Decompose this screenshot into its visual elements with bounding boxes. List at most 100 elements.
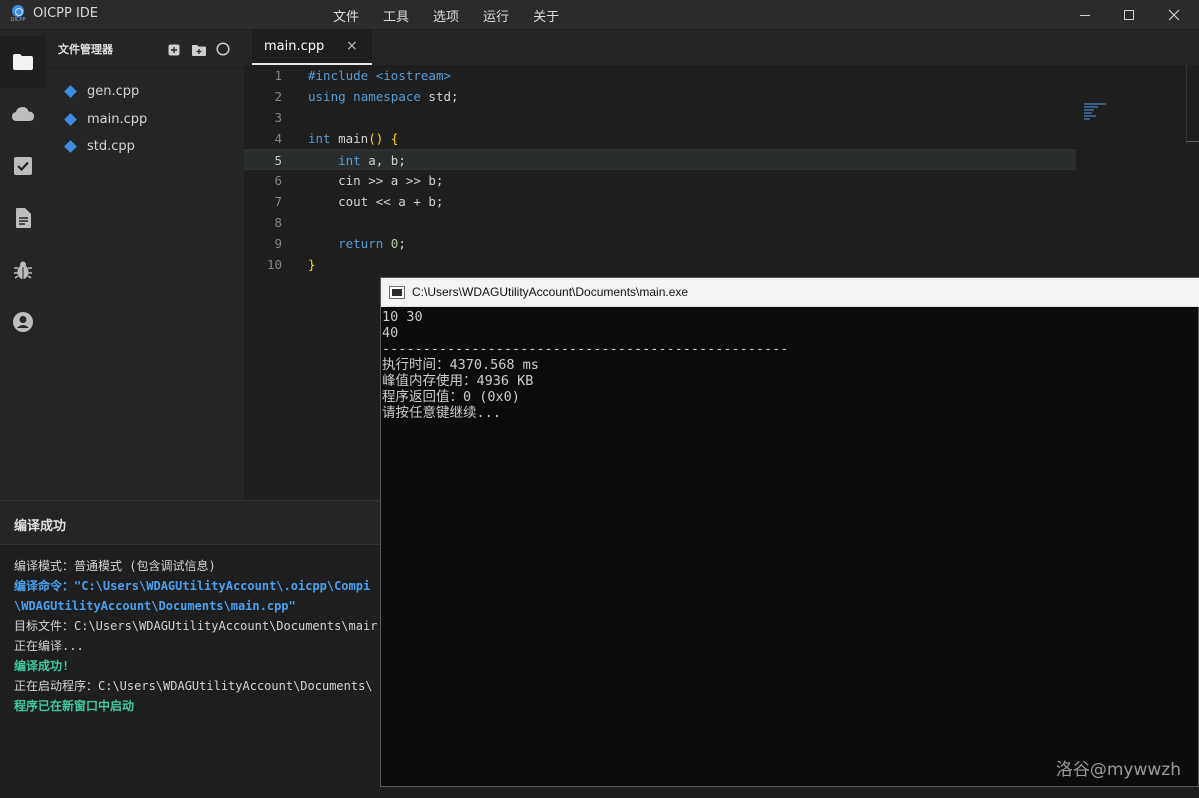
code-text: #include <iostream> <box>308 68 452 83</box>
line-number: 6 <box>274 173 282 188</box>
code-line: 10 } <box>244 254 1076 275</box>
log-line-command: \WDAGUtilityAccount\Documents\main.cpp" <box>14 599 296 613</box>
new-file-button[interactable] <box>168 41 182 56</box>
cpp-file-icon <box>64 85 77 99</box>
code-line: 6 cin >> a >> b; <box>244 170 1076 191</box>
close-window-button[interactable] <box>1151 0 1197 30</box>
editor-tab-bar: main.cpp × <box>244 30 1199 65</box>
console-line: 10 30 <box>382 309 423 325</box>
activity-cloud[interactable] <box>0 88 46 140</box>
file-item-gen-cpp[interactable]: gen.cpp <box>46 78 244 106</box>
current-code-line: 5 int a, b; <box>244 149 1076 170</box>
console-line: ----------------------------------------… <box>382 341 789 357</box>
log-line: 正在启动程序：C:\Users\WDAGUtilityAccount\Docum… <box>14 679 373 693</box>
menu-tools[interactable]: 工具 <box>383 5 409 26</box>
folder-icon <box>13 54 33 70</box>
activity-explorer[interactable] <box>0 36 46 88</box>
console-line: 40 <box>382 325 399 341</box>
line-number: 5 <box>274 153 282 168</box>
explorer-header: 文件管理器 <box>46 30 244 68</box>
console-line: 请按任意键继续... <box>382 405 501 421</box>
file-list: gen.cpp main.cpp std.cpp <box>46 78 244 161</box>
new-file-icon <box>168 44 180 56</box>
log-line: 编译模式：普通模式 (包含调试信息) <box>14 559 216 573</box>
cpp-file-icon <box>64 112 77 126</box>
minimap[interactable] <box>1084 103 1114 123</box>
bug-icon <box>14 261 32 279</box>
code-text: cin >> a >> b; <box>308 173 444 188</box>
console-title: C:\Users\WDAGUtilityAccount\Documents\ma… <box>412 285 689 299</box>
editor-scrollbar[interactable] <box>1186 65 1199 145</box>
menu-bar: 文件 工具 选项 运行 关于 <box>333 5 583 26</box>
maximize-button[interactable] <box>1106 0 1152 30</box>
activity-document[interactable] <box>0 192 46 244</box>
log-line: 目标文件：C:\Users\WDAGUtilityAccount\Documen… <box>14 619 378 633</box>
menu-file[interactable]: 文件 <box>333 5 359 26</box>
log-line-success: 程序已在新窗口中启动 <box>14 699 135 713</box>
checkbox-icon <box>14 157 32 175</box>
activity-debug[interactable] <box>0 244 46 296</box>
code-text: cout << a + b; <box>308 194 444 209</box>
code-line: 9 return 0; <box>244 233 1076 254</box>
menu-about[interactable]: 关于 <box>533 5 559 26</box>
line-number: 7 <box>274 194 282 209</box>
output-title: 编译成功 <box>14 519 67 534</box>
code-line: 8 <box>244 212 1076 233</box>
log-line-command: 编译命令："C:\Users\WDAGUtilityAccount\.oicpp… <box>14 579 371 593</box>
cpp-file-icon <box>64 140 77 154</box>
code-text: using namespace std; <box>308 89 459 104</box>
console-line: 程序返回值：0 (0x0) <box>382 389 520 405</box>
log-line-success: 编译成功! <box>14 659 70 673</box>
app-logo-icon: OICPP <box>10 5 26 24</box>
console-line: 峰值内存使用：4936 KB <box>382 373 534 389</box>
app-logo-caption: OICPP <box>10 17 26 23</box>
menu-run[interactable]: 运行 <box>483 5 509 26</box>
activity-account[interactable] <box>0 296 46 348</box>
activity-bar <box>0 30 46 500</box>
activity-tasks[interactable] <box>0 140 46 192</box>
output-log: 编译模式：普通模式 (包含调试信息) 编译命令："C:\Users\WDAGUt… <box>14 557 377 717</box>
account-icon <box>13 312 33 332</box>
file-item-std-cpp[interactable]: std.cpp <box>46 133 244 161</box>
line-number: 1 <box>274 68 282 83</box>
line-number: 9 <box>274 236 282 251</box>
line-number: 2 <box>274 89 282 104</box>
file-name: main.cpp <box>87 111 148 127</box>
explorer-title: 文件管理器 <box>58 43 113 56</box>
file-explorer: 文件管理器 gen.cpp main.cpp std.cpp <box>46 30 244 500</box>
tab-label: main.cpp <box>264 39 325 54</box>
circle-icon <box>216 42 230 56</box>
line-number: 8 <box>274 215 282 230</box>
code-line: 1 #include <iostream> <box>244 65 1076 86</box>
tab-main-cpp[interactable]: main.cpp × <box>252 30 372 65</box>
code-text: int main() { <box>308 131 399 146</box>
console-line: 执行时间：4370.568 ms <box>382 357 539 373</box>
code-text: return 0; <box>338 236 406 251</box>
tab-close-icon[interactable]: × <box>346 38 358 54</box>
title-bar: OICPP OICPP IDE 文件 工具 选项 运行 关于 <box>0 0 1199 30</box>
minimize-icon <box>1080 14 1090 16</box>
code-text: int a, b; <box>338 153 406 168</box>
close-icon <box>1168 9 1180 21</box>
line-number: 10 <box>266 257 282 272</box>
line-number: 4 <box>274 131 282 146</box>
file-item-main-cpp[interactable]: main.cpp <box>46 106 244 134</box>
cloud-icon <box>12 107 34 121</box>
maximize-icon <box>1124 10 1134 20</box>
code-line: 7 cout << a + b; <box>244 191 1076 212</box>
console-output: 10 30 40 -------------------------------… <box>382 309 788 421</box>
console-title-bar[interactable]: C:\Users\WDAGUtilityAccount\Documents\ma… <box>381 278 1199 307</box>
console-icon <box>389 286 405 299</box>
menu-options[interactable]: 选项 <box>433 5 459 26</box>
file-name: std.cpp <box>87 139 135 155</box>
minimize-button[interactable] <box>1062 0 1108 30</box>
app-title: OICPP IDE <box>33 6 99 21</box>
new-folder-icon <box>192 45 206 56</box>
code-line: 2 using namespace std; <box>244 86 1076 107</box>
console-window[interactable]: C:\Users\WDAGUtilityAccount\Documents\ma… <box>380 277 1199 787</box>
file-name: gen.cpp <box>87 84 140 100</box>
refresh-button[interactable] <box>216 41 230 56</box>
new-folder-button[interactable] <box>192 41 206 56</box>
code-line: 3 <box>244 107 1076 128</box>
log-line: 正在编译... <box>14 639 84 653</box>
